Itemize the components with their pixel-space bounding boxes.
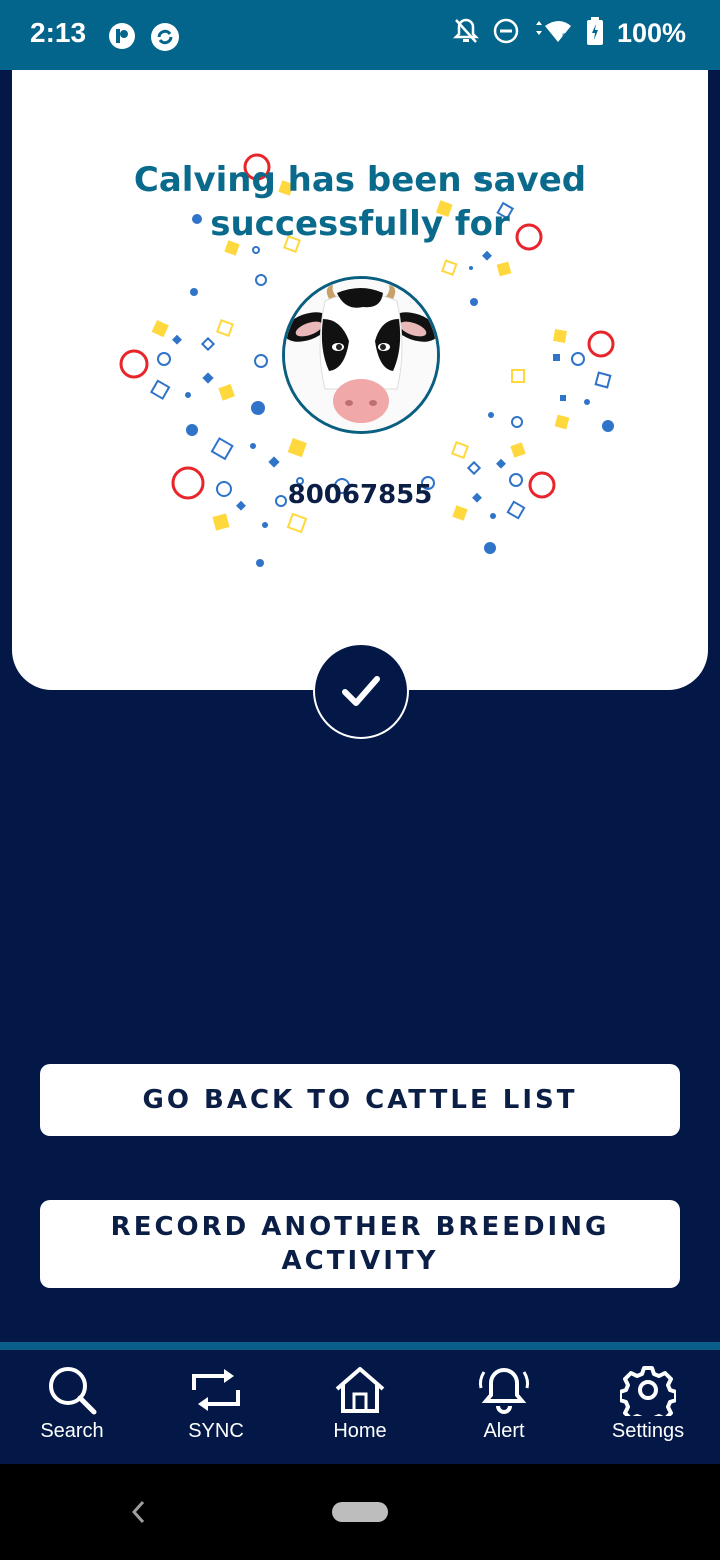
battery-percent: 100% (616, 17, 686, 48)
system-home-pill[interactable] (332, 1502, 388, 1522)
nav-sync-label: SYNC (188, 1420, 244, 1442)
nav-home-label: Home (333, 1420, 387, 1442)
nav-settings[interactable]: Settings (576, 1350, 720, 1472)
do-not-disturb-icon (493, 18, 519, 48)
nav-alert[interactable]: Alert (432, 1350, 576, 1472)
nav-search-label: Search (40, 1420, 104, 1442)
battery-icon (586, 17, 603, 49)
status-time: 2:13 (30, 17, 87, 48)
nav-home[interactable]: Home (288, 1350, 432, 1472)
checkmark-icon (342, 676, 380, 706)
sync-icon (192, 1369, 240, 1411)
app-notification-icon (108, 22, 136, 54)
go-back-to-cattle-list-button[interactable]: GO BACK TO CATTLE LIST (40, 1064, 680, 1136)
sync-notification-icon (150, 22, 180, 56)
wifi-icon: 5 (533, 18, 573, 48)
home-icon (335, 1367, 385, 1413)
svg-text:5: 5 (562, 32, 567, 42)
cow-avatar-image (282, 276, 440, 434)
cattle-id: 80067855 (287, 480, 433, 510)
alert-bell-icon (478, 1367, 530, 1414)
nav-search[interactable]: Search (0, 1350, 144, 1472)
system-back-icon[interactable] (128, 1494, 148, 1534)
bottom-navigation: Search SYNC Home Alert Settings (0, 1342, 720, 1472)
nav-alert-label: Alert (483, 1420, 525, 1442)
nav-settings-label: Settings (611, 1420, 685, 1442)
gear-icon (620, 1366, 676, 1416)
status-icons: 5 100% (452, 17, 686, 49)
success-check-badge (313, 643, 409, 739)
success-title: Calving has been saved successfully for (133, 160, 587, 244)
success-card: Calving has been saved successfully for (12, 70, 708, 690)
status-bar: 2:13 5 100% (0, 0, 720, 70)
record-another-breeding-activity-button[interactable]: RECORD ANOTHER BREEDING ACTIVITY (40, 1200, 680, 1288)
notifications-off-icon (452, 17, 479, 49)
system-navigation-bar (0, 1464, 720, 1560)
nav-sync[interactable]: SYNC (144, 1350, 288, 1472)
search-icon (49, 1367, 97, 1415)
